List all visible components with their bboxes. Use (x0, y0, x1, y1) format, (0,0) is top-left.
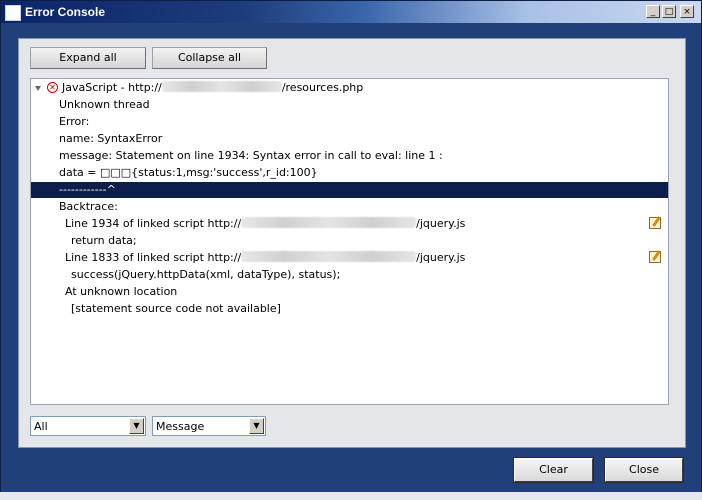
frame-prefix: Line 1934 of linked script http:// (65, 217, 242, 230)
log-entry-header[interactable]: JavaScript - http:// /resources.php (62, 81, 363, 95)
log-line: Error: (59, 115, 90, 128)
background-strip (0, 492, 702, 500)
source-filter-select[interactable]: All ▼ (30, 416, 146, 436)
frame-prefix: Line 1833 of linked script http:// (65, 251, 242, 264)
window-title: Error Console (25, 5, 106, 19)
log-line: data = □□□{status:1,msg:'success',r_id:1… (59, 166, 318, 179)
frame-suffix: /jquery.js (416, 251, 466, 264)
expand-all-button[interactable]: Expand all (30, 47, 146, 69)
close-button[interactable]: Close (604, 457, 684, 483)
frame-code: return data; (71, 234, 137, 247)
backtrace-label: Backtrace: (59, 200, 118, 213)
frame-code: success(jQuery.httpData(xml, dataType), … (71, 268, 341, 281)
title-bar[interactable]: Error Console _ □ × (1, 1, 701, 23)
redacted-host (161, 81, 282, 92)
maximize-button[interactable]: □ (662, 5, 676, 18)
minimize-button[interactable]: _ (646, 5, 660, 18)
clear-button[interactable]: Clear (513, 457, 594, 483)
log-line: message: Statement on line 1934: Syntax … (59, 149, 443, 162)
header-url-suffix: /resources.php (281, 81, 364, 94)
chevron-down-icon[interactable]: ▼ (129, 418, 144, 434)
log-line-caret: ------------^ (59, 183, 116, 196)
backtrace-frame: Line 1934 of linked script http:// /jquer… (65, 217, 465, 231)
backtrace-frame: At unknown location (65, 285, 178, 298)
type-filter-value: Message (156, 420, 205, 433)
selected-log-line[interactable]: ------------^ (31, 182, 668, 198)
edit-source-icon[interactable] (649, 251, 661, 263)
error-console-window: Error Console _ □ × Expand all Collapse … (0, 0, 702, 500)
app-icon (5, 5, 21, 21)
type-filter-select[interactable]: Message ▼ (152, 416, 266, 436)
frame-code: [statement source code not available] (71, 302, 281, 315)
source-filter-value: All (34, 420, 48, 433)
frame-suffix: /jquery.js (416, 217, 466, 230)
redacted-host (241, 251, 417, 262)
chevron-down-icon[interactable]: ▼ (249, 418, 264, 434)
close-window-button[interactable]: × (680, 5, 694, 18)
header-url-prefix: JavaScript - http:// (62, 81, 162, 94)
error-icon: ✕ (47, 82, 58, 93)
collapse-all-button[interactable]: Collapse all (152, 47, 267, 69)
edit-source-icon[interactable] (649, 217, 661, 229)
log-line: name: SyntaxError (59, 132, 163, 145)
redacted-host (241, 217, 417, 228)
error-log-list[interactable]: ✕ JavaScript - http:// /resources.php Unk… (30, 78, 669, 405)
backtrace-frame: Line 1833 of linked script http:// /jquer… (65, 251, 465, 265)
log-line: Unknown thread (59, 98, 150, 111)
expand-triangle-icon[interactable] (35, 86, 41, 91)
